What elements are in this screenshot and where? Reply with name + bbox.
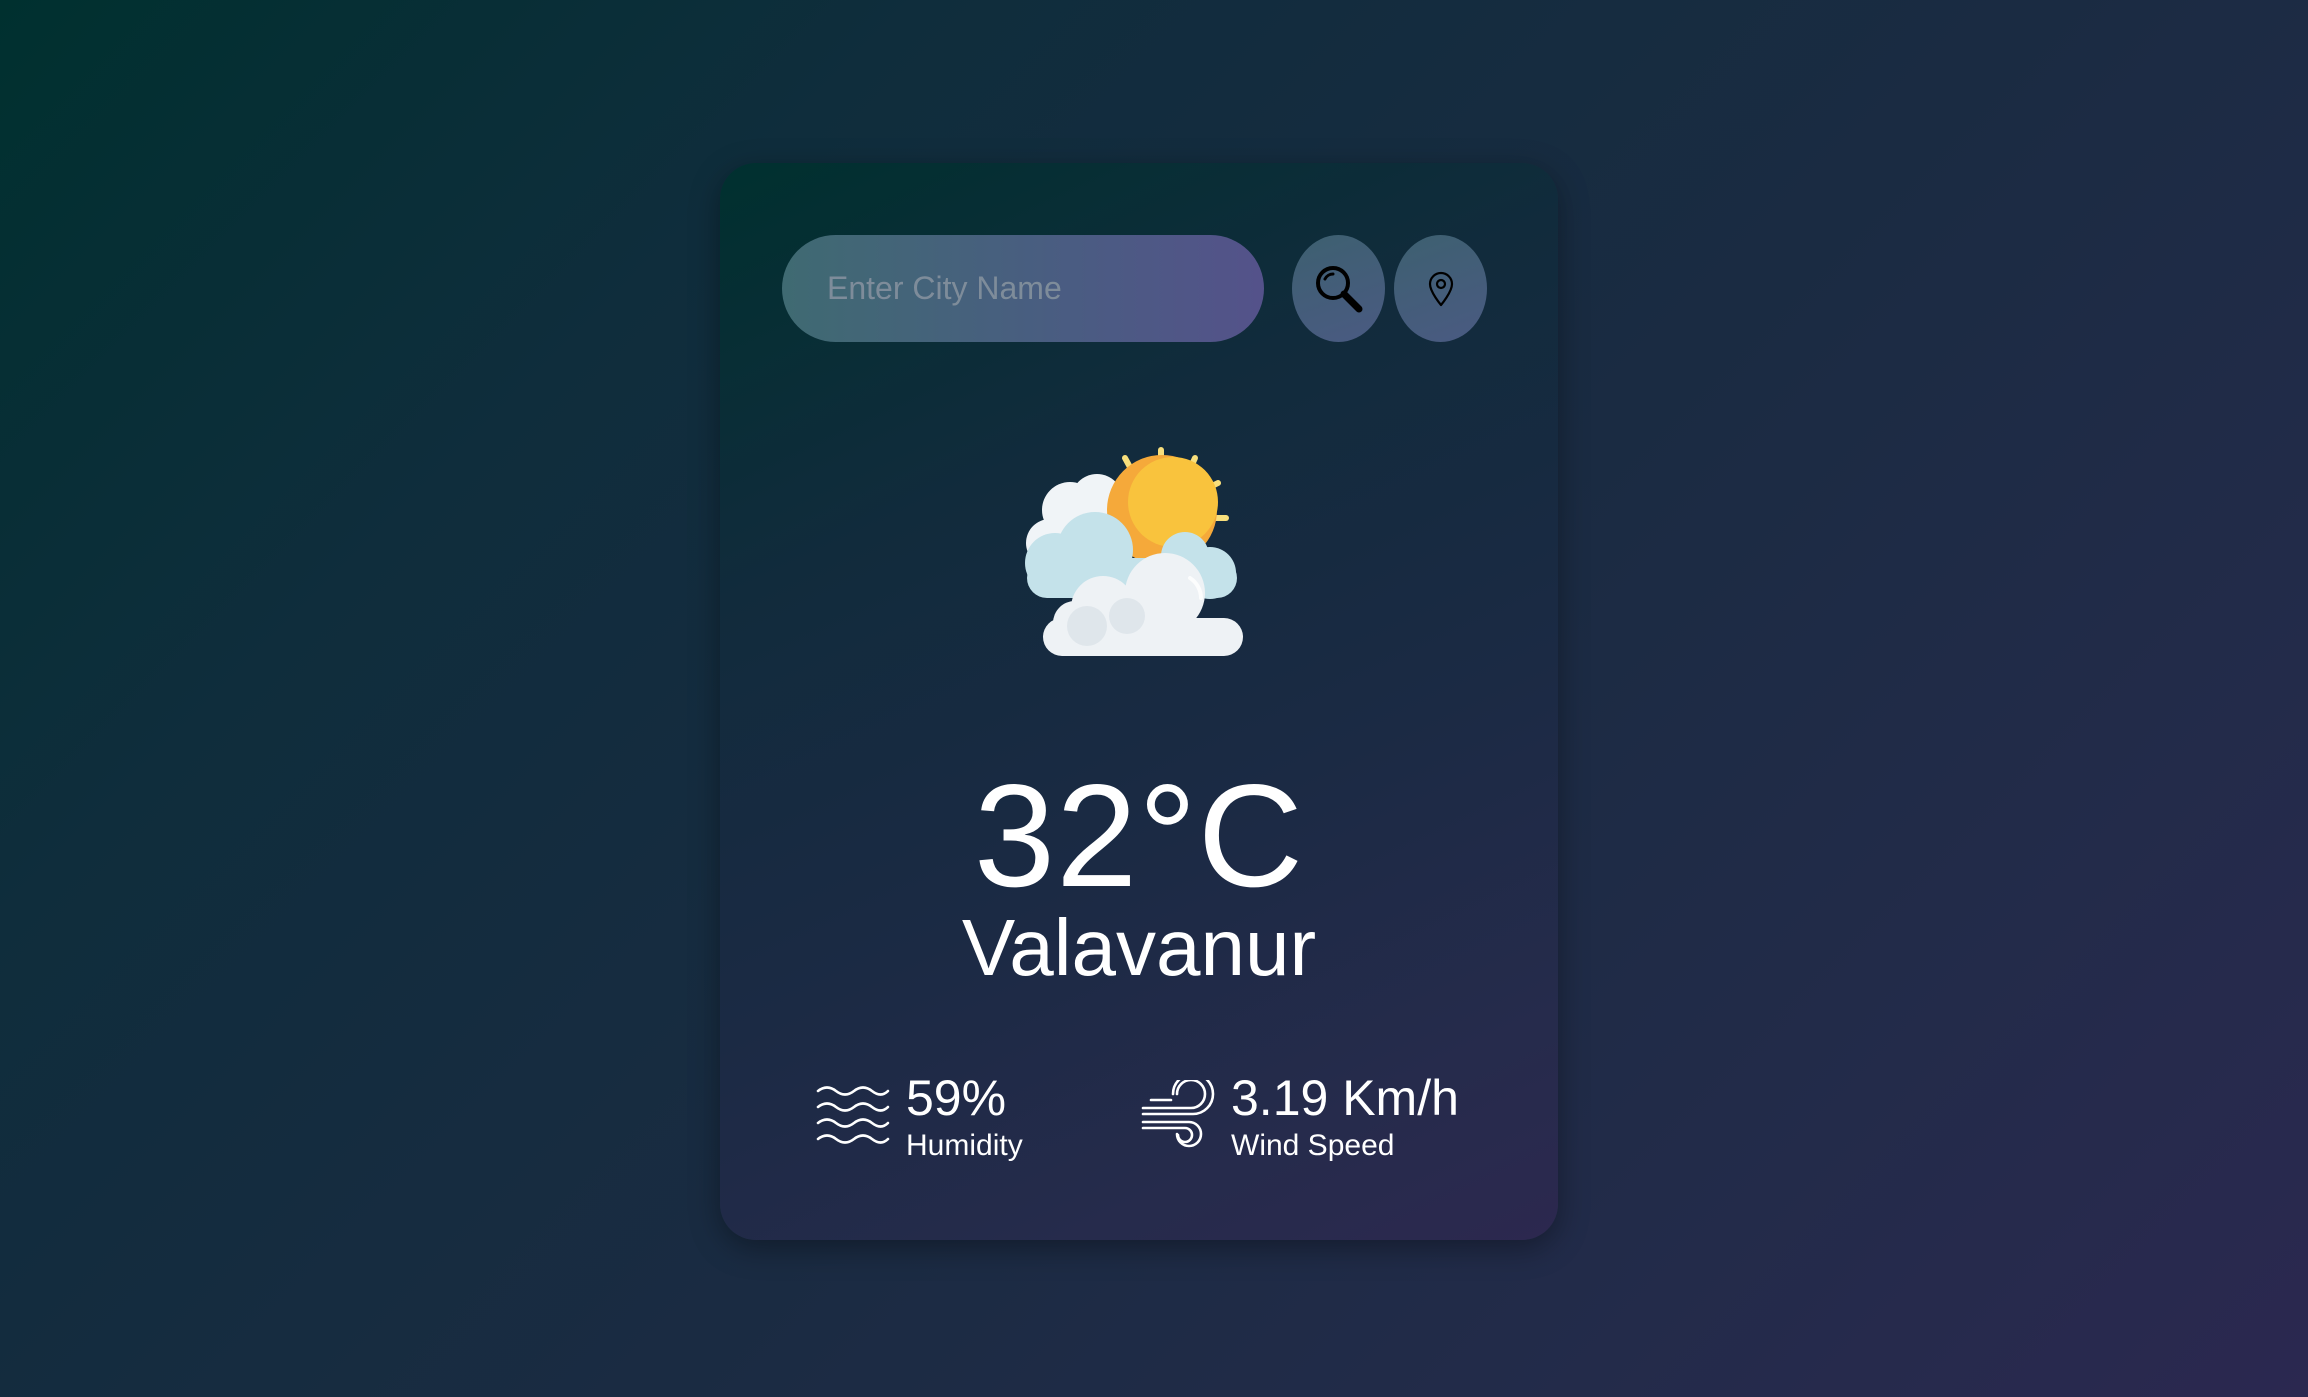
search-button[interactable] <box>1292 235 1385 342</box>
humidity-label: Humidity <box>906 1129 1023 1162</box>
wind-stat: 3.19 Km/h Wind Speed <box>1141 1073 1459 1161</box>
wind-icon <box>1141 1080 1215 1148</box>
city-name: Valavanur <box>961 903 1317 992</box>
humidity-value: 59% <box>906 1070 1007 1126</box>
search-field[interactable] <box>782 235 1264 342</box>
humidity-waves-icon <box>816 1086 890 1144</box>
humidity-stat: 59% Humidity <box>816 1073 1023 1161</box>
partly-cloudy-icon <box>1025 447 1243 656</box>
search-icon <box>1315 265 1362 312</box>
city-search-input[interactable] <box>782 235 1264 342</box>
wind-label: Wind Speed <box>1231 1129 1395 1162</box>
wind-value: 3.19 Km/h <box>1231 1070 1459 1126</box>
temperature: 32°C <box>973 754 1305 917</box>
location-button[interactable] <box>1394 235 1487 342</box>
location-pin-icon <box>1428 271 1453 306</box>
weather-card: 32°C Valavanur 59% Humidity <box>720 163 1558 1240</box>
